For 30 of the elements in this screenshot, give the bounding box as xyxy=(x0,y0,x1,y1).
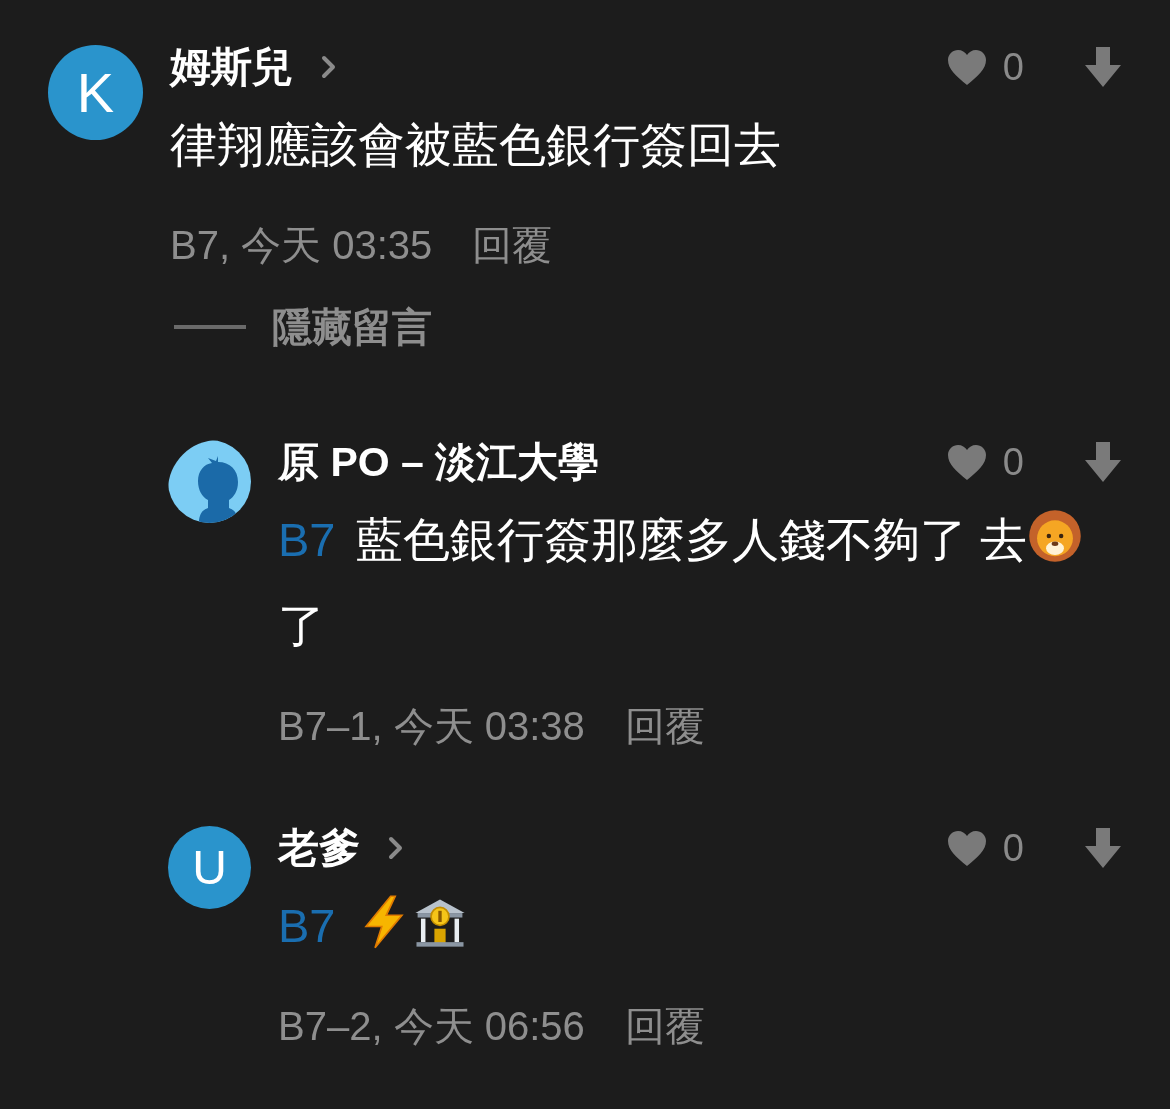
heart-icon[interactable] xyxy=(945,47,988,87)
user-avatar[interactable]: K xyxy=(48,45,143,140)
chevron-icon[interactable] xyxy=(321,55,336,79)
down-arrow-icon[interactable] xyxy=(1084,828,1122,868)
like-count: 0 xyxy=(1002,440,1024,485)
mention-link[interactable]: B7 xyxy=(278,899,336,952)
lion-icon xyxy=(1026,508,1083,564)
reply-button[interactable]: 回覆 xyxy=(624,998,705,1054)
mention-link[interactable]: B7 xyxy=(278,513,336,566)
hide-comments-button[interactable]: 隱藏留言 xyxy=(174,302,432,352)
comment-text: 律翔應該會被藍色銀行簽回去 xyxy=(170,118,781,171)
timestamp: B7–2, 今天 06:56 xyxy=(278,1002,585,1050)
timestamp: B7, 今天 03:35 xyxy=(170,221,433,269)
heart-icon[interactable] xyxy=(945,828,988,868)
chevron-icon[interactable] xyxy=(388,836,403,860)
down-arrow-icon[interactable] xyxy=(1084,47,1122,87)
user-name[interactable]: 姆斯兒 xyxy=(170,41,293,93)
timestamp: B7–1, 今天 03:38 xyxy=(278,702,585,750)
user-avatar[interactable] xyxy=(168,440,251,523)
comment-text: 藍色銀行簽那麼多人錢不夠了 去 xyxy=(355,513,1027,566)
user-name[interactable]: 原 PO – 淡江大學 xyxy=(278,436,600,488)
comment-text: 了 xyxy=(278,599,325,652)
user-name[interactable]: 老爹 xyxy=(278,822,360,874)
user-avatar[interactable]: U xyxy=(168,826,251,909)
like-count: 0 xyxy=(1002,45,1024,90)
heart-icon[interactable] xyxy=(945,442,988,482)
like-count: 0 xyxy=(1002,826,1024,871)
down-arrow-icon[interactable] xyxy=(1084,442,1122,482)
reply-button[interactable]: 回覆 xyxy=(624,698,705,754)
reply-button[interactable]: 回覆 xyxy=(472,217,553,273)
